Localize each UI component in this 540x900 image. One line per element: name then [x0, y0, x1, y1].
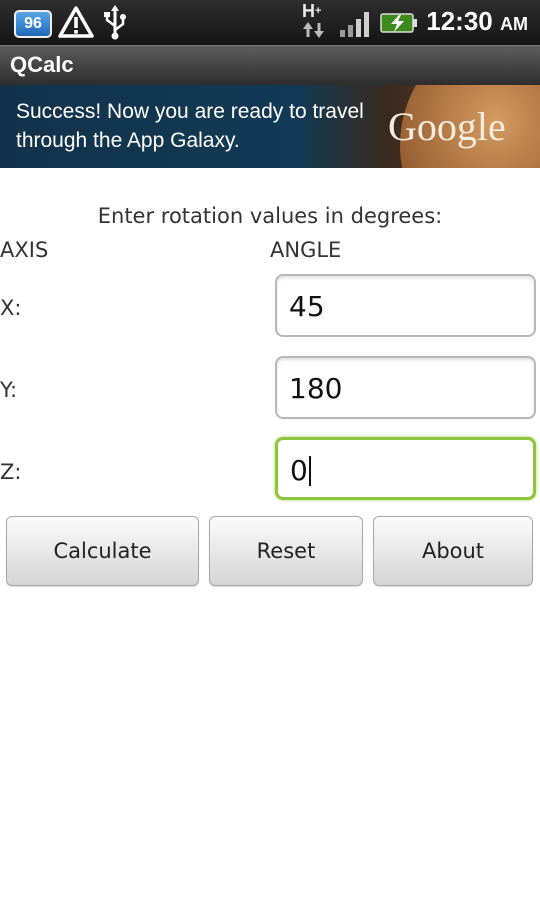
- angle-x-value: 45: [289, 290, 325, 323]
- network-plus: +: [315, 5, 322, 17]
- angle-x-input[interactable]: 45: [275, 274, 536, 337]
- axis-z-label: Z:: [0, 460, 22, 484]
- axis-column-header: AXIS: [0, 238, 49, 262]
- app-title: QCalc: [10, 52, 74, 77]
- google-logo: Google: [388, 104, 506, 149]
- status-bar: 96 H+ 12:30 AM: [0, 0, 540, 45]
- angle-z-input[interactable]: 0: [275, 437, 536, 500]
- rotation-prompt: Enter rotation values in degrees:: [97, 204, 443, 228]
- axis-y-label: Y:: [0, 378, 18, 402]
- calculate-button[interactable]: Calculate: [6, 516, 199, 586]
- warning-icon: [58, 6, 94, 38]
- clock-ampm: AM: [500, 14, 528, 34]
- network-type: H: [302, 1, 315, 21]
- angle-column-header: ANGLE: [270, 238, 342, 262]
- reset-button[interactable]: Reset: [209, 516, 363, 586]
- clock: 12:30 AM: [426, 6, 528, 37]
- angle-z-value: 0: [290, 454, 308, 487]
- app-title-bar: QCalc: [0, 45, 540, 86]
- usb-icon: [104, 5, 126, 40]
- signal-icon: [340, 12, 369, 37]
- text-cursor: [308, 456, 311, 486]
- notification-badge-icon: 96: [14, 10, 52, 38]
- battery-charging-icon: [380, 13, 417, 33]
- angle-y-value: 180: [289, 372, 343, 405]
- angle-y-input[interactable]: 180: [275, 356, 536, 419]
- data-arrows-icon: [303, 22, 324, 38]
- notification-badge-count: 96: [24, 15, 42, 32]
- clock-time: 12:30: [426, 6, 493, 36]
- axis-x-label: X:: [0, 296, 22, 320]
- about-button[interactable]: About: [373, 516, 533, 586]
- ad-banner[interactable]: Success! Now you are ready to travel thr…: [0, 85, 540, 168]
- ad-text: Success! Now you are ready to travel thr…: [16, 100, 364, 152]
